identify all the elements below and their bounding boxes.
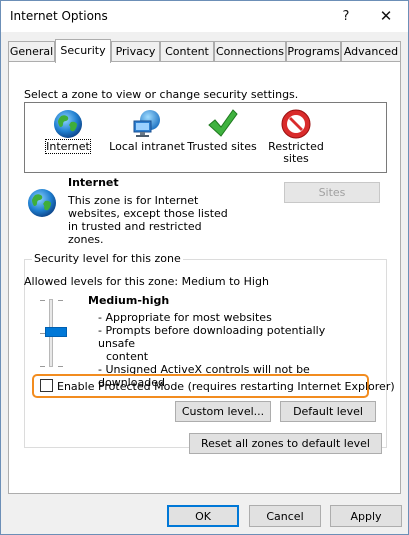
level-point: - Prompts before downloading potentially… [98, 324, 326, 350]
slider-tick [40, 300, 45, 301]
tab-advanced[interactable]: Advanced [341, 41, 401, 62]
selected-zone-description: This zone is for Internet websites, exce… [68, 194, 228, 246]
protected-mode-checkbox[interactable] [40, 379, 53, 392]
tab-programs[interactable]: Programs [286, 41, 341, 62]
close-button[interactable]: ✕ [367, 1, 405, 32]
custom-level-button[interactable]: Custom level... [175, 401, 271, 422]
help-button[interactable]: ? [327, 1, 365, 32]
slider-tick [58, 300, 63, 301]
window-title: Internet Options [10, 9, 108, 23]
sites-button[interactable]: Sites [284, 182, 380, 203]
help-icon: ? [342, 9, 350, 24]
title-bar: Internet Options ? ✕ [1, 1, 408, 32]
apply-button[interactable]: Apply [330, 505, 402, 527]
selected-zone-title: Internet [68, 176, 119, 189]
level-point: - Appropriate for most websites [98, 311, 272, 324]
network-computer-icon [133, 110, 160, 137]
tab-general[interactable]: General [8, 41, 55, 62]
prohibited-icon [281, 109, 311, 139]
tab-privacy[interactable]: Privacy [111, 41, 160, 62]
zone-restricted-sites[interactable]: Restricted sites [256, 103, 336, 172]
zone-prompt: Select a zone to view or change security… [24, 88, 299, 101]
zone-list: Internet Local intranet Trusted sites Re… [24, 102, 387, 173]
allowed-levels-text: Allowed levels for this zone: Medium to … [24, 275, 269, 288]
tab-connections[interactable]: Connections [214, 41, 286, 62]
default-level-button[interactable]: Default level [280, 401, 376, 422]
security-tab-panel: Select a zone to view or change security… [8, 61, 401, 494]
zone-label: Local intranet [109, 140, 185, 153]
slider-tick [40, 366, 45, 367]
zone-trusted-sites[interactable]: Trusted sites [182, 103, 262, 172]
ok-button[interactable]: OK [167, 505, 239, 527]
reset-all-zones-button[interactable]: Reset all zones to default level [189, 433, 382, 454]
checkmark-icon [208, 109, 238, 137]
protected-mode-label[interactable]: Enable Protected Mode (requires restarti… [57, 380, 395, 393]
zone-label-line2: sites [283, 152, 309, 165]
zone-internet[interactable]: Internet [28, 103, 108, 172]
zone-label: Internet [45, 139, 91, 154]
slider-tick [58, 366, 63, 367]
security-level-name: Medium-high [88, 294, 170, 307]
globe-icon [28, 189, 56, 217]
cancel-button[interactable]: Cancel [249, 505, 321, 527]
globe-icon [54, 110, 82, 138]
security-level-legend: Security level for this zone [32, 252, 183, 265]
tab-security[interactable]: Security [55, 39, 111, 63]
tab-content[interactable]: Content [160, 41, 214, 62]
internet-options-window: Internet Options ? ✕ General Security Pr… [0, 0, 409, 535]
zone-local-intranet[interactable]: Local intranet [104, 103, 190, 172]
level-point: content [106, 350, 149, 363]
close-icon: ✕ [379, 7, 393, 25]
slider-thumb[interactable] [45, 327, 67, 337]
zone-label: Trusted sites [187, 140, 257, 153]
